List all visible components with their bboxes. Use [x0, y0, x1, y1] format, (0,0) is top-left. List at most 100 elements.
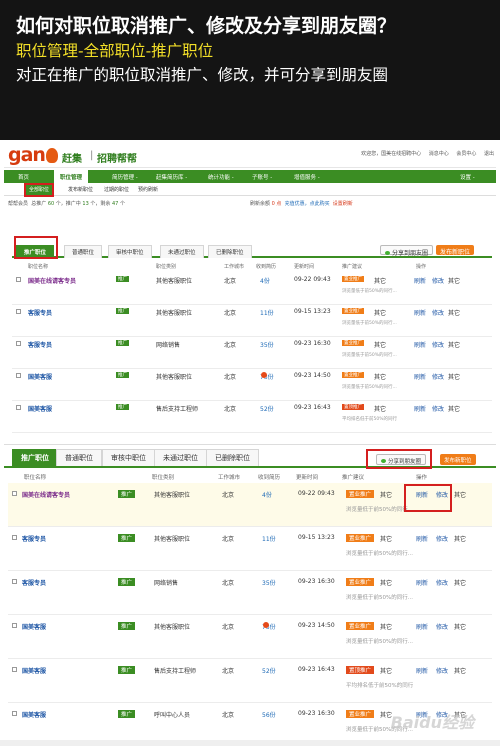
more-actions[interactable]: 其它 — [448, 308, 460, 317]
nav-sub-accounts[interactable]: 子账号 - — [252, 173, 272, 181]
promo-more[interactable]: 其它 — [380, 578, 392, 587]
member-center-link[interactable]: 会员中心 — [456, 151, 476, 157]
refresh-link[interactable]: 刷新 — [414, 404, 426, 413]
checkbox-icon[interactable] — [12, 579, 17, 584]
refresh-link[interactable]: 刷新 — [414, 372, 426, 381]
tab-reviewing-jobs[interactable]: 审核中职位 — [102, 449, 155, 466]
more-actions[interactable]: 其它 — [448, 340, 460, 349]
tab-normal-jobs[interactable]: 普通职位 — [56, 449, 102, 466]
promo-more[interactable]: 其它 — [380, 490, 392, 499]
edit-link[interactable]: 修改 — [432, 404, 444, 413]
promo-button[interactable]: 置业推广 — [346, 710, 375, 718]
refresh-link[interactable]: 刷新 — [416, 666, 428, 675]
nav-resume-library[interactable]: 赶集简历库 - — [156, 173, 187, 181]
more-actions[interactable]: 其它 — [448, 372, 460, 381]
tab-reviewing-jobs[interactable]: 审核中职位 — [108, 245, 152, 258]
tab-rejected-jobs[interactable]: 未通过职位 — [160, 245, 204, 258]
edit-link[interactable]: 修改 — [432, 308, 444, 317]
promo-button[interactable]: 置业推广 — [346, 534, 375, 542]
promo-button[interactable]: 置业推广 — [342, 372, 364, 378]
tab-deleted-jobs[interactable]: 已删除职位 — [206, 449, 259, 466]
promo-button[interactable]: 置业推广 — [346, 578, 375, 586]
tab-promoted-jobs[interactable]: 推广职位 — [12, 449, 58, 466]
job-name[interactable]: 客服专员 — [28, 308, 52, 317]
resume-count[interactable]: 56份 — [262, 710, 276, 719]
nav-job-management[interactable]: 职位管理 — [54, 170, 89, 183]
edit-link[interactable]: 修改 — [436, 622, 448, 631]
checkbox-icon[interactable] — [12, 491, 17, 496]
refresh-link[interactable]: 刷新 — [414, 308, 426, 317]
refresh-link[interactable]: 刷新 — [414, 276, 426, 285]
resume-count[interactable]: 35份 — [262, 578, 276, 587]
promo-more[interactable]: 其它 — [374, 404, 386, 413]
promo-more[interactable]: 其它 — [374, 276, 386, 285]
edit-link[interactable]: 修改 — [432, 340, 444, 349]
resume-count[interactable]: 52份 — [260, 404, 274, 413]
promo-button[interactable]: 置顶推广 — [346, 666, 375, 674]
job-name[interactable]: 客服专员 — [22, 578, 46, 587]
refresh-link[interactable]: 刷新 — [414, 340, 426, 349]
checkbox-icon[interactable] — [16, 341, 21, 346]
refresh-settings-link[interactable]: 设置刷新 — [333, 201, 353, 207]
promo-more[interactable]: 其它 — [374, 372, 386, 381]
promo-more[interactable]: 其它 — [380, 534, 392, 543]
logout-link[interactable]: 退出 — [484, 151, 494, 157]
resume-count[interactable]: 52份 — [262, 666, 276, 675]
checkbox-icon[interactable] — [16, 277, 21, 282]
job-name[interactable]: 国美客服 — [22, 666, 46, 675]
more-actions[interactable]: 其它 — [454, 534, 466, 543]
nav-value-added[interactable]: 增值服务 - — [294, 173, 320, 181]
nav-statistics[interactable]: 统计功能 - — [208, 173, 234, 181]
more-actions[interactable]: 其它 — [448, 276, 460, 285]
job-name[interactable]: 国美客服 — [28, 372, 52, 381]
promo-button[interactable]: 置业推广 — [342, 308, 364, 314]
resume-count[interactable]: 11份 — [260, 308, 274, 317]
refresh-link[interactable]: 刷新 — [416, 534, 428, 543]
resume-count[interactable]: 4份 — [260, 276, 270, 285]
promo-button[interactable]: 置业推广 — [346, 622, 375, 630]
subnav-scheduled-refresh[interactable]: 预约刷新 — [138, 186, 158, 193]
subnav-expired-jobs[interactable]: 过期的职位 — [104, 186, 129, 193]
ganji-logo[interactable]: gan — [8, 144, 59, 166]
subnav-post-job[interactable]: 发布新职位 — [68, 186, 93, 193]
more-actions[interactable]: 其它 — [454, 490, 466, 499]
checkbox-icon[interactable] — [16, 405, 21, 410]
promo-button[interactable]: 置业推广 — [342, 276, 364, 282]
job-name[interactable]: 国美客服 — [22, 622, 46, 631]
message-center-link[interactable]: 消息中心 — [429, 151, 449, 157]
edit-link[interactable]: 修改 — [432, 372, 444, 381]
promo-more[interactable]: 其它 — [380, 622, 392, 631]
refresh-link[interactable]: 刷新 — [416, 622, 428, 631]
nav-settings[interactable]: 设置 - — [460, 173, 475, 181]
job-name[interactable]: 国美在线请客专员 — [22, 490, 70, 499]
resume-count[interactable]: 11份 — [262, 534, 276, 543]
resume-count[interactable]: 35份 — [260, 340, 274, 349]
tab-normal-jobs[interactable]: 普通职位 — [64, 245, 103, 258]
edit-link[interactable]: 修改 — [436, 534, 448, 543]
nav-resume-management[interactable]: 简历管理 - — [112, 173, 138, 181]
more-actions[interactable]: 其它 — [448, 404, 460, 413]
edit-link[interactable]: 修改 — [436, 666, 448, 675]
edit-link[interactable]: 修改 — [432, 276, 444, 285]
publish-job-button[interactable]: 发布新职位 — [440, 454, 476, 465]
promo-button[interactable]: 置顶推广 — [342, 404, 364, 410]
checkbox-icon[interactable] — [16, 373, 21, 378]
publish-job-button[interactable]: 发布新职位 — [436, 245, 475, 256]
checkbox-icon[interactable] — [12, 711, 17, 716]
job-name[interactable]: 客服专员 — [22, 534, 46, 543]
job-name[interactable]: 客服专员 — [28, 340, 52, 349]
more-actions[interactable]: 其它 — [454, 666, 466, 675]
promo-more[interactable]: 其它 — [380, 666, 392, 675]
job-name[interactable]: 国美在线请客专员 — [28, 276, 76, 285]
refresh-link[interactable]: 刷新 — [416, 578, 428, 587]
promo-button[interactable]: 置业推广 — [346, 490, 375, 498]
promo-more[interactable]: 其它 — [374, 340, 386, 349]
checkbox-icon[interactable] — [12, 623, 17, 628]
edit-link[interactable]: 修改 — [436, 578, 448, 587]
checkbox-icon[interactable] — [12, 535, 17, 540]
job-name[interactable]: 国美客服 — [22, 710, 46, 719]
promo-button[interactable]: 置业推广 — [342, 340, 364, 346]
tab-rejected-jobs[interactable]: 未通过职位 — [154, 449, 207, 466]
resume-count[interactable]: 4份 — [262, 490, 272, 499]
more-actions[interactable]: 其它 — [454, 578, 466, 587]
